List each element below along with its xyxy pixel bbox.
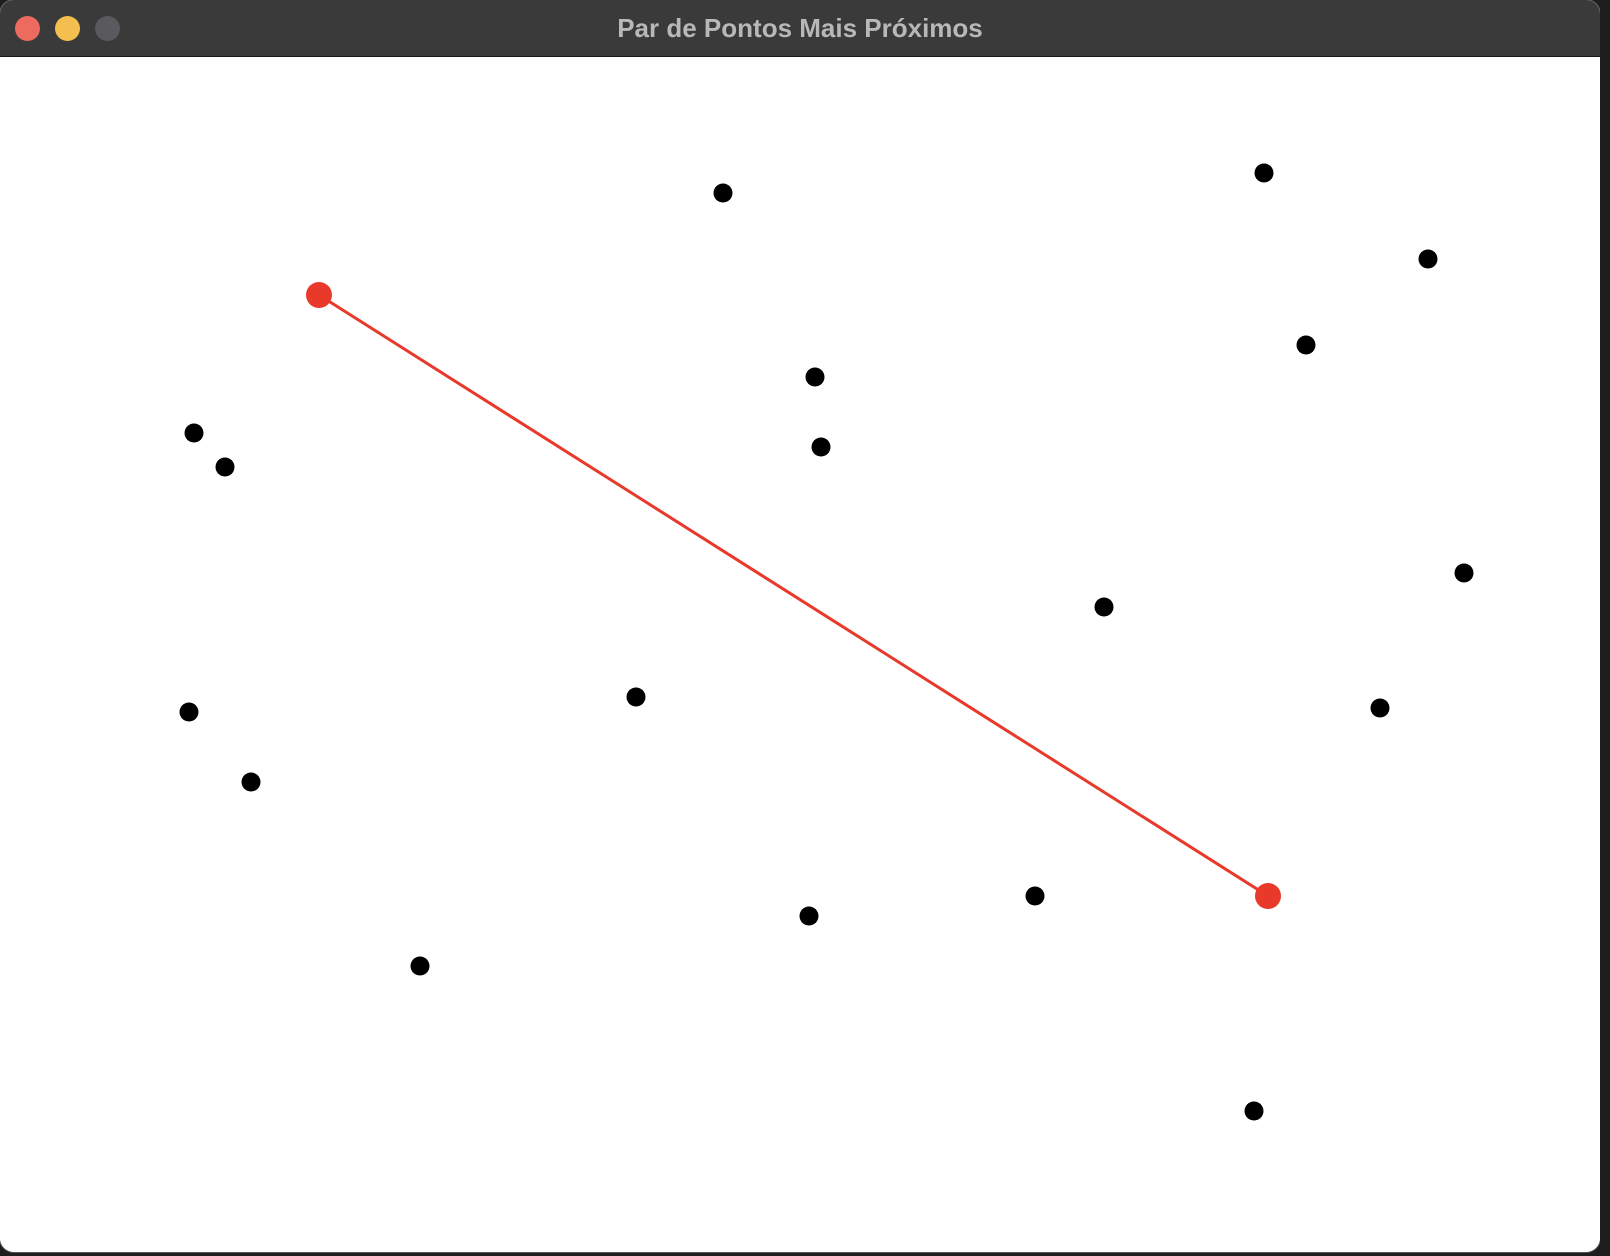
point-15 (1025, 886, 1045, 906)
point-17 (410, 956, 430, 976)
point-11 (626, 687, 646, 707)
window-title: Par de Pontos Mais Próximos (617, 13, 983, 43)
point-10 (1094, 597, 1114, 617)
point-2 (1254, 163, 1274, 183)
point-9 (1454, 563, 1474, 583)
point-6 (811, 437, 831, 457)
point-1 (713, 183, 733, 203)
point-12 (1370, 698, 1390, 718)
point-14 (241, 772, 261, 792)
title-bar[interactable]: Par de Pontos Mais Próximos (0, 0, 1600, 57)
closest-pair-line (318, 293, 1269, 898)
closest-pair-point-2 (1255, 883, 1281, 909)
point-18 (1244, 1101, 1264, 1121)
point-3 (1418, 249, 1438, 269)
point-16 (799, 906, 819, 926)
points-plot (179, 163, 1474, 1121)
point-8 (215, 457, 235, 477)
closest-pair-point-1 (306, 282, 332, 308)
point-7 (184, 423, 204, 443)
drawing-canvas[interactable] (0, 57, 1600, 1252)
point-13 (179, 702, 199, 722)
app-window: Par de Pontos Mais Próximos (0, 0, 1600, 1252)
point-5 (805, 367, 825, 387)
point-4 (1296, 335, 1316, 355)
desktop-edge (1600, 0, 1610, 1256)
